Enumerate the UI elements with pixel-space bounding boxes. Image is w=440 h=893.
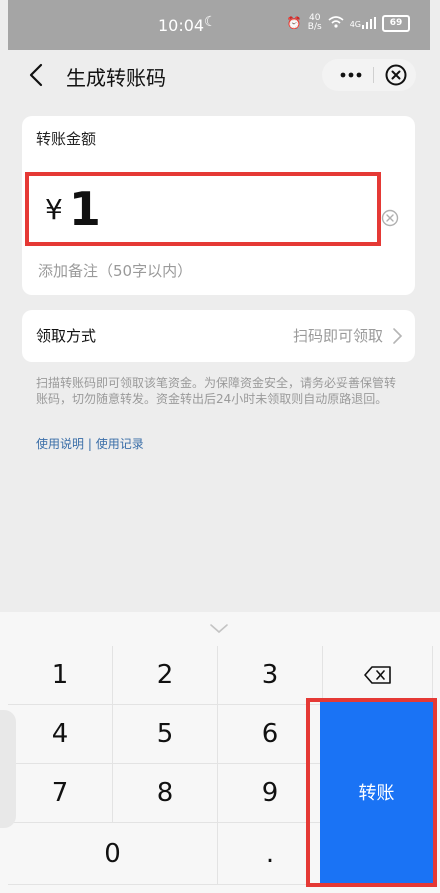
amount-label: 转账金额 — [36, 130, 97, 148]
backspace-icon — [363, 666, 391, 684]
chevron-down-icon[interactable] — [208, 622, 230, 636]
back-icon[interactable] — [24, 62, 50, 88]
moon-icon: ☾ — [204, 14, 217, 30]
records-link[interactable]: 使用记录 — [96, 437, 144, 451]
amount-card: 转账金额 ¥ 1 添加备注（50字以内） — [22, 116, 415, 295]
side-tab — [0, 710, 16, 828]
help-links: 使用说明 | 使用记录 — [36, 435, 144, 452]
key-3[interactable]: 3 — [218, 646, 323, 705]
transfer-button[interactable]: 转账 — [320, 701, 433, 883]
receive-method-row[interactable]: 领取方式 扫码即可领取 — [22, 310, 415, 362]
wifi-icon — [328, 15, 344, 32]
transfer-button-label: 转账 — [358, 783, 395, 804]
amount-value: 1 — [68, 182, 101, 236]
clear-icon[interactable] — [381, 209, 399, 227]
chevron-right-icon — [393, 328, 403, 344]
more-icon[interactable] — [336, 62, 366, 88]
amount-input[interactable]: ¥ 1 — [25, 172, 381, 246]
key-4[interactable]: 4 — [8, 705, 113, 764]
network-speed: 40 B/s — [307, 13, 322, 32]
close-circle-icon[interactable] — [384, 63, 408, 87]
remark-input[interactable]: 添加备注（50字以内） — [38, 260, 192, 281]
status-time: 10:04 — [158, 16, 205, 35]
key-2[interactable]: 2 — [113, 646, 218, 705]
capsule-divider — [373, 67, 374, 83]
battery-icon: 69 — [382, 14, 410, 32]
signal-icon: 4G — [350, 17, 376, 29]
key-1[interactable]: 1 — [8, 646, 113, 705]
key-9[interactable]: 9 — [218, 764, 323, 823]
notice-text: 扫描转账码即可领取该笔资金。为保障资金安全，请务必妥善保管转账码，切勿随意转发。… — [36, 376, 397, 406]
link-separator: | — [84, 437, 96, 451]
key-0[interactable]: 0 — [8, 823, 218, 885]
method-value: 扫码即可领取 — [292, 327, 383, 345]
method-label: 领取方式 — [36, 327, 97, 345]
key-6[interactable]: 6 — [218, 705, 323, 764]
nav-bar: 生成转账码 — [0, 50, 440, 100]
backspace-key[interactable] — [323, 646, 433, 705]
instructions-link[interactable]: 使用说明 — [36, 437, 84, 451]
key-5[interactable]: 5 — [113, 705, 218, 764]
status-bar: 10:04 ☾ ⏰ 40 B/s 4G 69 — [8, 0, 430, 50]
key-8[interactable]: 8 — [113, 764, 218, 823]
status-icons: ⏰ 40 B/s 4G 69 — [287, 14, 410, 32]
key-7[interactable]: 7 — [8, 764, 113, 823]
page-title: 生成转账码 — [66, 66, 166, 90]
currency-symbol: ¥ — [45, 192, 63, 226]
alarm-icon: ⏰ — [286, 16, 302, 30]
key-dot[interactable]: . — [218, 823, 323, 885]
